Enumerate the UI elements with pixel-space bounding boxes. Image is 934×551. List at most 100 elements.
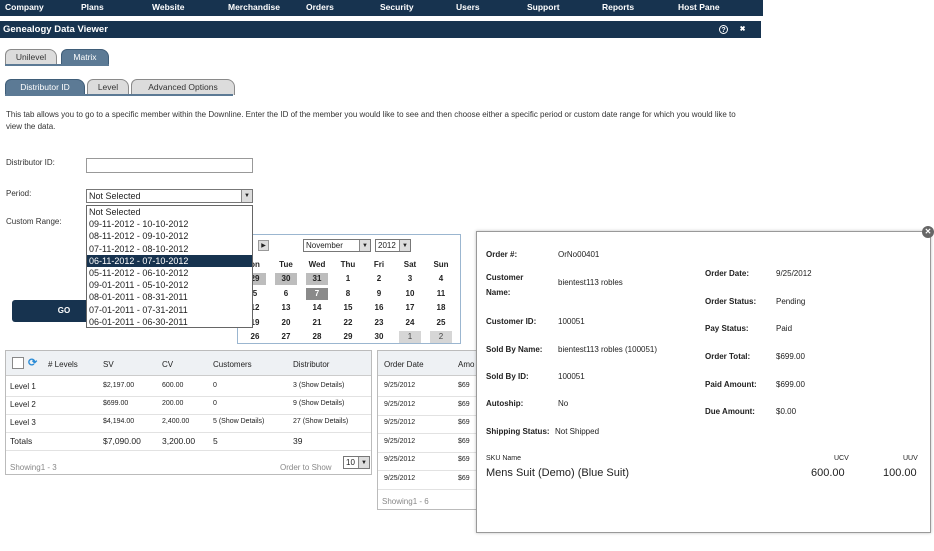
order-cell: 9/25/2012 [384, 437, 416, 445]
order-to-show-select[interactable]: 10 ▼ [343, 456, 370, 469]
level-cell: 2,400.00 [162, 418, 190, 425]
period-option[interactable]: 06-01-2011 - 06-30-2011 [87, 316, 252, 328]
nav-merchandise[interactable]: Merchandise [228, 2, 280, 12]
customer-name-value: bientest113 robles [558, 278, 623, 287]
tab-matrix[interactable]: Matrix [61, 49, 109, 65]
tab-level[interactable]: Level [87, 79, 129, 95]
nav-host-pane[interactable]: Host Pane [678, 2, 720, 12]
calendar-day[interactable]: 30 [275, 273, 297, 285]
calendar-year-select[interactable]: 2012 ▼ [375, 239, 411, 252]
calendar-day[interactable]: 7 [306, 287, 328, 300]
help-icon[interactable]: ? [719, 25, 728, 34]
close-icon[interactable]: ✕ [922, 226, 934, 238]
period-option[interactable]: 08-11-2012 - 09-10-2012 [87, 230, 252, 242]
pay-status-value: Paid [776, 324, 793, 333]
nav-security[interactable]: Security [380, 2, 414, 12]
period-option[interactable]: 07-11-2012 - 08-10-2012 [87, 243, 252, 255]
order-detail-popup: ✕ Order #: OrNo00401 Customer Name: bien… [476, 226, 934, 533]
period-option[interactable]: 06-11-2012 - 07-10-2012 [87, 254, 252, 267]
close-icon[interactable]: ✖ [738, 25, 747, 34]
calendar-day[interactable]: 29 [337, 331, 359, 343]
paid-amount-label: Paid Amount: [705, 380, 757, 389]
calendar-day[interactable]: 30 [368, 331, 390, 343]
order-cell: 9/25/2012 [384, 474, 416, 482]
refresh-icon[interactable]: ⟳ [28, 356, 37, 369]
tab-distributor-id[interactable]: Distributor ID [5, 79, 85, 95]
calendar-day[interactable]: 28 [306, 331, 328, 343]
calendar-day[interactable]: 11 [430, 288, 452, 300]
window-title-bar: Genealogy Data Viewer ? ✖ [0, 21, 761, 38]
chevron-down-icon: ▼ [241, 190, 252, 202]
calendar-day[interactable]: 4 [430, 273, 452, 285]
calendar-day[interactable]: 21 [306, 317, 328, 329]
calendar-day[interactable]: 10 [399, 288, 421, 300]
period-option[interactable]: 09-11-2012 - 10-10-2012 [87, 218, 252, 230]
calendar-day[interactable]: 13 [275, 302, 297, 314]
calendar-month-select[interactable]: November ▼ [303, 239, 371, 252]
calendar-day[interactable]: 1 [337, 273, 359, 285]
shipping-status-label: Shipping Status: [486, 427, 550, 436]
ucv-value: 600.00 [811, 467, 845, 479]
period-label: Period: [6, 189, 32, 198]
calendar-day[interactable]: 9 [368, 288, 390, 300]
totals-cell: 3,200.00 [162, 436, 196, 446]
nav-website[interactable]: Website [152, 2, 184, 12]
calendar-day[interactable]: 17 [399, 302, 421, 314]
period-option[interactable]: Not Selected [87, 206, 252, 218]
sold-by-id-value: 100051 [558, 372, 585, 381]
select-all-checkbox[interactable] [12, 357, 24, 369]
calendar-day-header: Tue [279, 260, 293, 269]
calendar-day[interactable]: 27 [275, 331, 297, 343]
period-option[interactable]: 07-01-2011 - 07-31-2011 [87, 304, 252, 316]
calendar-day[interactable]: 16 [368, 302, 390, 314]
nav-orders[interactable]: Orders [306, 2, 334, 12]
calendar-day[interactable]: 23 [368, 317, 390, 329]
distributor-id-input[interactable] [86, 158, 253, 173]
level-cell[interactable]: 27 (Show Details) [293, 418, 348, 425]
level-cell[interactable]: 5 (Show Details) [213, 418, 264, 425]
calendar-day[interactable]: 26 [244, 331, 266, 343]
calendar-day[interactable]: 25 [430, 317, 452, 329]
row-divider [378, 470, 481, 471]
tab-unilevel[interactable]: Unilevel [5, 49, 57, 65]
calendar-day[interactable]: 8 [337, 288, 359, 300]
nav-support[interactable]: Support [527, 2, 560, 12]
nav-reports[interactable]: Reports [602, 2, 634, 12]
due-amount-value: $0.00 [776, 407, 797, 416]
chevron-down-icon: ▼ [399, 240, 410, 251]
order-status-label: Order Status: [705, 297, 757, 306]
calendar-day[interactable]: 1 [399, 331, 421, 343]
level-cell[interactable]: 3 (Show Details) [293, 382, 344, 389]
period-select[interactable]: Not Selected ▼ [86, 189, 253, 203]
row-divider [6, 396, 371, 397]
calendar-day[interactable]: 2 [368, 273, 390, 285]
customer-label-line2: Name: [486, 288, 511, 297]
calendar-day[interactable]: 3 [399, 273, 421, 285]
calendar-day[interactable]: 18 [430, 302, 452, 314]
calendar-day[interactable]: 22 [337, 317, 359, 329]
level-cell: Level 2 [10, 400, 36, 409]
calendar-day[interactable]: 15 [337, 302, 359, 314]
nav-company[interactable]: Company [5, 2, 44, 12]
chevron-down-icon: ▼ [358, 457, 369, 468]
calendar-next-icon[interactable]: ▶ [258, 240, 269, 251]
calendar-day[interactable]: 31 [306, 273, 328, 285]
nav-users[interactable]: Users [456, 2, 480, 12]
period-option[interactable]: 09-01-2011 - 05-10-2012 [87, 279, 252, 291]
calendar-day[interactable]: 20 [275, 317, 297, 329]
tab-advanced-options[interactable]: Advanced Options [131, 79, 235, 95]
level-cell[interactable]: 9 (Show Details) [293, 400, 344, 407]
sku-name-header: SKU Name [486, 455, 522, 462]
nav-plans[interactable]: Plans [81, 2, 104, 12]
calendar-day[interactable]: 6 [275, 288, 297, 300]
level-cell: 0 [213, 382, 217, 389]
calendar-day[interactable]: 24 [399, 317, 421, 329]
calendar-day[interactable]: 2 [430, 331, 452, 343]
chevron-down-icon: ▼ [359, 240, 370, 251]
calendar-day[interactable]: 14 [306, 302, 328, 314]
period-option[interactable]: 05-11-2012 - 06-10-2012 [87, 267, 252, 279]
custom-range-label: Custom Range: [6, 217, 62, 226]
order-cell: 9/25/2012 [384, 419, 416, 426]
calendar-day-header: Fri [373, 260, 385, 269]
period-option[interactable]: 08-01-2011 - 08-31-2011 [87, 291, 252, 303]
